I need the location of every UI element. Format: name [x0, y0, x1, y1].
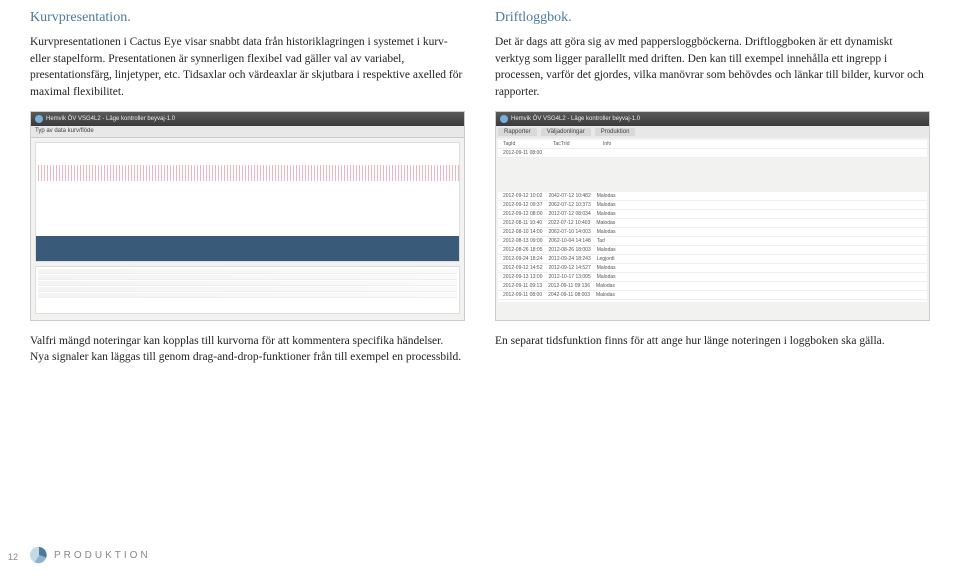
window-titlebar: Hemvik ÖV VSG4L2 - Läge kontroller beyva… — [31, 112, 464, 126]
app-icon — [35, 115, 43, 123]
table-row: 2012-09-24 18:242012-09-24 18:243Legjord… — [498, 255, 927, 264]
left-column: Kurvpresentation. Kurvpresentationen i C… — [30, 10, 465, 101]
kurvpresentation-heading: Kurvpresentation. — [30, 10, 465, 26]
toolbar-label: Typ av data kurv/flöde — [35, 128, 94, 134]
table-row — [38, 293, 457, 298]
chart-area — [35, 142, 460, 262]
table-row — [38, 275, 457, 280]
driftloggbok-body: Det är dags att göra sig av med pappersl… — [495, 34, 930, 101]
table-row: 2012-09-12 10:022042-07-12 10:482Malodas — [498, 192, 927, 201]
chart-x-axis — [36, 236, 459, 261]
tab: Produktion — [595, 128, 636, 136]
table-row: 2012-08-13 09:002062-10-04 14:148Tad — [498, 237, 927, 246]
page-number: 12 — [8, 552, 18, 562]
table-row: 2012-08-26 18:052012-08-26 18:003Malodas — [498, 246, 927, 255]
pie-icon — [30, 546, 48, 564]
app-icon — [500, 115, 508, 123]
caption-right: En separat tidsfunktion finns för att an… — [495, 333, 930, 350]
tab-bar: Rapporter Väljadonlingar Produktion — [496, 126, 929, 138]
signals-table — [35, 266, 460, 314]
table-header: TagId TacTrId Info — [498, 140, 927, 149]
table-row: 2012-08-11 10:402022-07-12 10:403Malodas — [498, 219, 927, 228]
table-row — [38, 281, 457, 286]
brand-logo: PRODUKTION — [30, 546, 151, 564]
tab: Väljadonlingar — [541, 128, 591, 136]
page-footer: 12 PRODUKTION — [30, 546, 930, 564]
table-row: 2012-09-11 08:002042-09-11 08:003Malodas — [498, 291, 927, 300]
screenshot-driftloggbok: Hemvik ÖV VSG4L2 - Läge kontroller beyva… — [495, 111, 930, 321]
log-table-upper: TagId TacTrId Info 2012-09-11 08:00 — [498, 140, 927, 158]
right-column: Driftloggbok. Det är dags att göra sig a… — [495, 10, 930, 101]
table-row: 2012-09-11 08:00 — [498, 149, 927, 158]
window-titlebar: Hemvik ÖV VSG4L2 - Läge kontroller beyva… — [496, 112, 929, 126]
log-table-lower: 2012-09-12 10:022042-07-12 10:482Malodas… — [498, 192, 927, 302]
table-row: 2012-09-12 08:002012-07-12 08:034Malodas — [498, 210, 927, 219]
chart-waveform — [36, 173, 459, 175]
screenshot-curve-presentation: Hemvik ÖV VSG4L2 - Läge kontroller beyva… — [30, 111, 465, 321]
table-row: 2012-09-11 09:132012-09-11 09:136Malodas — [498, 282, 927, 291]
tab: Rapporter — [498, 128, 537, 136]
driftloggbok-heading: Driftloggbok. — [495, 10, 930, 26]
toolbar: Typ av data kurv/flöde — [31, 126, 464, 138]
table-row: 2012-09-12 14:522012-09-12 14:527Malodas — [498, 264, 927, 273]
window-title: Hemvik ÖV VSG4L2 - Läge kontroller beyva… — [46, 116, 175, 122]
table-row: 2012-09-13 13:002012-10-17 13:005Malodas — [498, 273, 927, 282]
table-row — [38, 287, 457, 292]
brand-text: PRODUKTION — [54, 550, 151, 561]
kurvpresentation-body: Kurvpresentationen i Cactus Eye visar sn… — [30, 34, 465, 101]
table-row: 2012-09-12 09:372062-07-12 10:373Malodas — [498, 201, 927, 210]
window-title: Hemvik ÖV VSG4L2 - Läge kontroller beyva… — [511, 116, 640, 122]
table-row — [38, 269, 457, 274]
table-row: 2012-08-10 14:002062-07-10 14:003Malodas — [498, 228, 927, 237]
caption-left: Valfri mängd noteringar kan kopplas till… — [30, 333, 465, 366]
